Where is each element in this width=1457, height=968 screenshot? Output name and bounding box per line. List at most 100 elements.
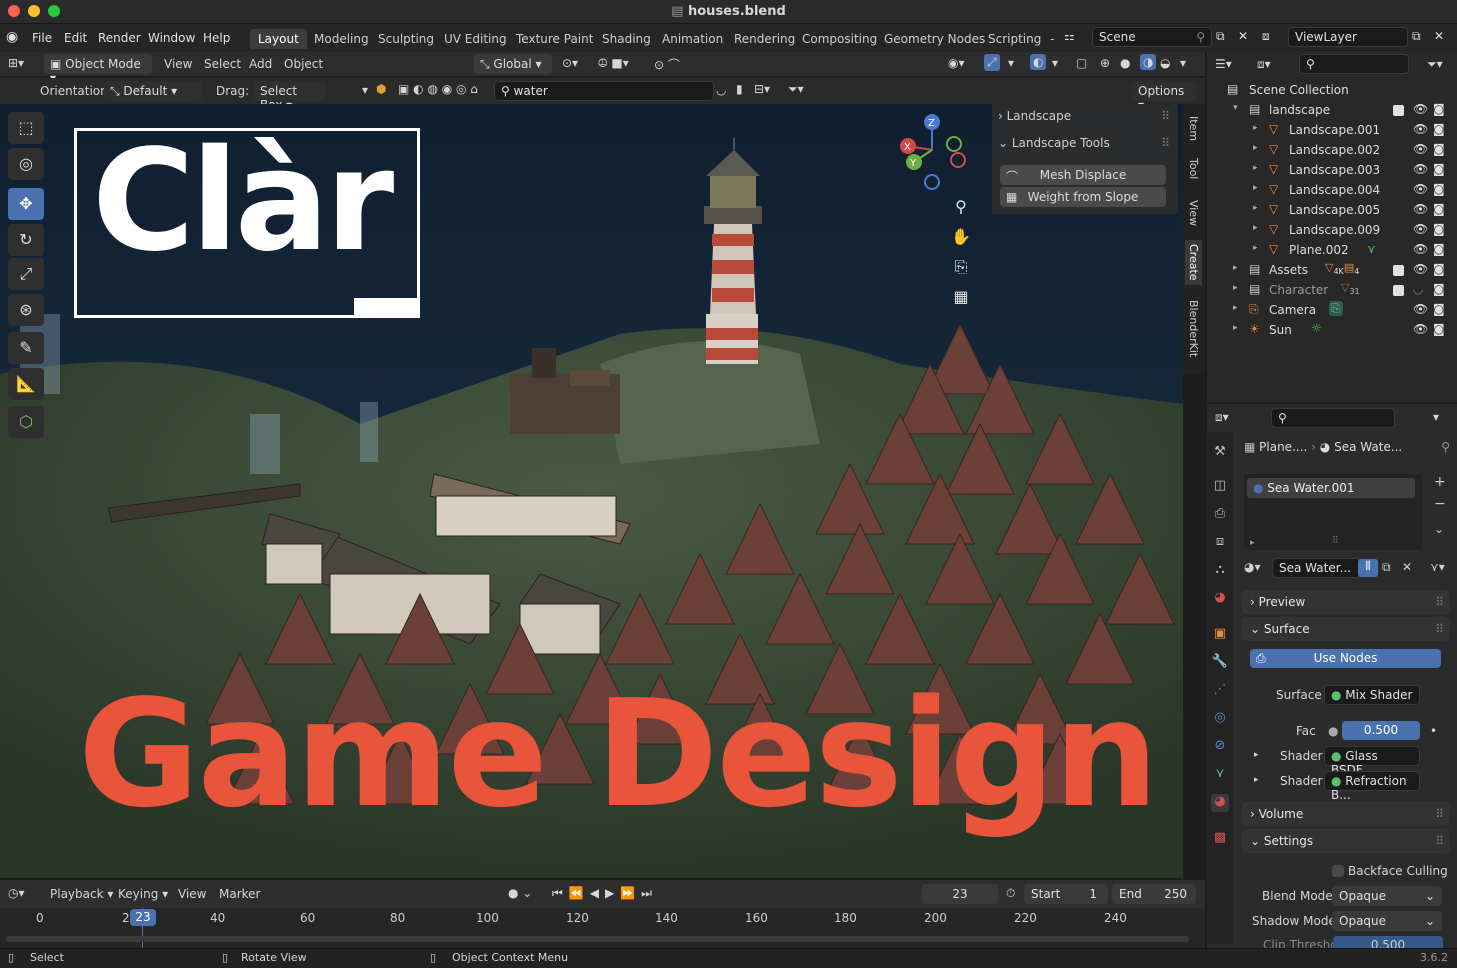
filter-dropdown-icon[interactable]: ▾: [362, 83, 368, 97]
use-nodes-button[interactable]: ⎙ Use Nodes: [1250, 649, 1441, 668]
filter-icon[interactable]: ⏷▾: [788, 82, 804, 97]
visibility-eye-icon[interactable]: 👁: [1413, 182, 1428, 196]
visibility-eye-icon[interactable]: 👁: [1413, 142, 1428, 156]
exclude-checkbox[interactable]: [1393, 285, 1404, 296]
particles-tab-icon[interactable]: ⋰: [1211, 682, 1229, 700]
menu-object[interactable]: Object: [284, 57, 323, 71]
assets-children-badge[interactable]: ▽4K▤4: [1325, 261, 1359, 276]
search-options-icon[interactable]: ◡: [716, 83, 726, 97]
visibility-eye-icon[interactable]: 👁: [1413, 242, 1428, 256]
outliner-row[interactable]: ▸ ▽ Landscape.002 👁 ◙: [1207, 140, 1457, 160]
tab-item[interactable]: Item: [1185, 112, 1202, 145]
tab-blenderkit[interactable]: BlenderKit: [1185, 296, 1202, 361]
workspace-tab-animation[interactable]: Animation: [654, 29, 731, 49]
scene-collection-row[interactable]: ▤ Scene Collection: [1207, 80, 1457, 100]
asset-icon[interactable]: ⬢: [376, 82, 386, 96]
marker-menu[interactable]: Marker: [219, 887, 260, 901]
expand-shader1-icon[interactable]: ▸: [1254, 750, 1259, 760]
move-tool-icon[interactable]: ✥: [8, 188, 44, 220]
outliner-row[interactable]: ▸ ▤ Assets ▽4K▤4 👁 ◙: [1207, 260, 1457, 280]
cursor-tool-icon[interactable]: ◎: [8, 148, 44, 180]
camera-view-icon[interactable]: ⎘: [948, 254, 974, 280]
expand-arrow-icon[interactable]: ▸: [1253, 203, 1258, 213]
shading-material-icon[interactable]: ◑: [1140, 54, 1157, 70]
visibility-eye-icon[interactable]: 👁: [1413, 102, 1428, 116]
camera-data-icon[interactable]: ⎘: [1329, 301, 1343, 316]
start-frame-field[interactable]: Start 1: [1024, 884, 1108, 904]
render-camera-icon[interactable]: ◙: [1433, 142, 1445, 156]
material-name-field[interactable]: Sea Water...: [1272, 558, 1360, 578]
expand-arrow-icon[interactable]: ▸: [1253, 183, 1258, 193]
object-tab-icon[interactable]: ▣: [1211, 626, 1229, 644]
annotate-tool-icon[interactable]: ✎: [8, 332, 44, 364]
render-camera-icon[interactable]: ◙: [1433, 202, 1445, 216]
visibility-eye-icon[interactable]: 👁: [1413, 302, 1428, 316]
outliner-row[interactable]: ▾ ▤ landscape 👁 ◙: [1207, 100, 1457, 120]
layout-icon[interactable]: ⊟▾: [754, 82, 770, 96]
bookmark-icon[interactable]: ▮: [736, 82, 743, 96]
character-children-badge[interactable]: ▽31: [1341, 281, 1360, 296]
options-dropdown[interactable]: Options ▾: [1132, 81, 1196, 112]
render-camera-icon[interactable]: ◙: [1433, 262, 1445, 276]
visibility-eye-icon[interactable]: 👁: [1413, 322, 1428, 336]
gizmo-toggle-icon[interactable]: ⤢: [984, 54, 1000, 71]
orientation-dropdown[interactable]: ⤡ Default ▾: [104, 81, 202, 101]
pivot-icon[interactable]: ⊙▾: [562, 56, 578, 70]
tab-create[interactable]: Create: [1185, 240, 1202, 285]
workspace-tab-geometry-nodes[interactable]: Geometry Nodes: [876, 29, 993, 49]
timeline-ruler[interactable]: 0 2 40 60 80 100 120 140 160 180 200 220 240: [0, 908, 1205, 948]
outliner-row[interactable]: ▸ ▽ Landscape.004 👁 ◙: [1207, 180, 1457, 200]
landscape-section-header[interactable]: › Landscape ⠿: [998, 109, 1174, 129]
record-icon[interactable]: ● ⌄: [508, 886, 532, 900]
expand-arrow-icon[interactable]: ▸: [1233, 303, 1238, 313]
display-mode-icon[interactable]: ⧈▾: [1257, 57, 1271, 72]
pin-icon[interactable]: ⚲: [1441, 440, 1450, 454]
expand-arrow-icon[interactable]: ▾: [1233, 103, 1238, 113]
expand-arrow-icon[interactable]: ▸: [1253, 123, 1258, 133]
editor-type-icon[interactable]: ⊞▾: [8, 56, 24, 70]
fac-slider[interactable]: 0.500: [1342, 721, 1420, 740]
overlay-toggle-icon[interactable]: ◐: [1030, 54, 1047, 70]
new-view-layer-icon[interactable]: ⧉: [1412, 29, 1421, 44]
render-tab-icon[interactable]: ◫: [1211, 478, 1229, 496]
expand-arrow-icon[interactable]: ▸: [1253, 163, 1258, 173]
workspace-tab-compositing[interactable]: Compositing: [794, 29, 885, 49]
expand-arrow-icon[interactable]: ▸: [1233, 323, 1238, 333]
outliner-row[interactable]: ▸ ▽ Landscape.003 👁 ◙: [1207, 160, 1457, 180]
volume-section[interactable]: › Volume ⠿: [1242, 802, 1450, 826]
workspace-tab-layout[interactable]: Layout: [250, 29, 307, 49]
menu-edit[interactable]: Edit: [64, 31, 87, 45]
properties-search-input[interactable]: ⚲: [1271, 408, 1395, 428]
shading-dropdown-icon[interactable]: ▾: [1180, 56, 1186, 70]
light-data-icon[interactable]: ☼: [1311, 321, 1322, 335]
timeline-scrollbar[interactable]: [6, 936, 1189, 942]
timeline-view-menu[interactable]: View: [178, 887, 206, 901]
physics-tab-icon[interactable]: ◎: [1211, 710, 1229, 728]
tab-view[interactable]: View: [1185, 196, 1202, 230]
slot-menu-icon[interactable]: ⌄: [1434, 522, 1444, 536]
shader1-field[interactable]: ● Glass BSDF: [1324, 746, 1420, 777]
render-camera-icon[interactable]: ◙: [1433, 322, 1445, 336]
data-tab-icon[interactable]: ⋎: [1211, 766, 1229, 784]
blend-mode-dropdown[interactable]: Opaque ⌄: [1332, 886, 1442, 906]
visibility-eye-icon[interactable]: 👁: [1413, 122, 1428, 136]
snap-icon[interactable]: ⦹ ■▾: [598, 56, 629, 71]
3d-viewport[interactable]: Clàr Game Design Z X Y ⚲ ✋ ⎘ ▦: [0, 104, 1183, 878]
navigation-gizmo[interactable]: Z X Y: [896, 114, 968, 196]
outliner-row[interactable]: ▸ ☀ Sun ☼ 👁 ◙: [1207, 320, 1457, 340]
pin-icon[interactable]: ⚲: [1196, 30, 1205, 44]
new-scene-icon[interactable]: ⧉: [1216, 29, 1225, 44]
render-camera-icon[interactable]: ◙: [1433, 242, 1445, 256]
properties-editor-icon[interactable]: ⧈▾: [1215, 410, 1229, 425]
menu-view[interactable]: View: [164, 57, 192, 71]
ortho-grid-icon[interactable]: ▦: [948, 284, 974, 310]
current-frame-field[interactable]: 23: [922, 884, 998, 904]
render-camera-icon[interactable]: ◙: [1433, 122, 1445, 136]
shading-wireframe-icon[interactable]: ⊕: [1100, 56, 1110, 70]
expand-arrow-icon[interactable]: ▸: [1253, 223, 1258, 233]
render-camera-icon[interactable]: ◙: [1433, 182, 1445, 196]
workspace-more-icon[interactable]: -: [1042, 29, 1062, 49]
outliner-row[interactable]: ▸ ▽ Landscape.005 👁 ◙: [1207, 200, 1457, 220]
outliner-row[interactable]: ▸ ▽ Landscape.001 👁 ◙: [1207, 120, 1457, 140]
menu-render[interactable]: Render: [98, 31, 141, 45]
